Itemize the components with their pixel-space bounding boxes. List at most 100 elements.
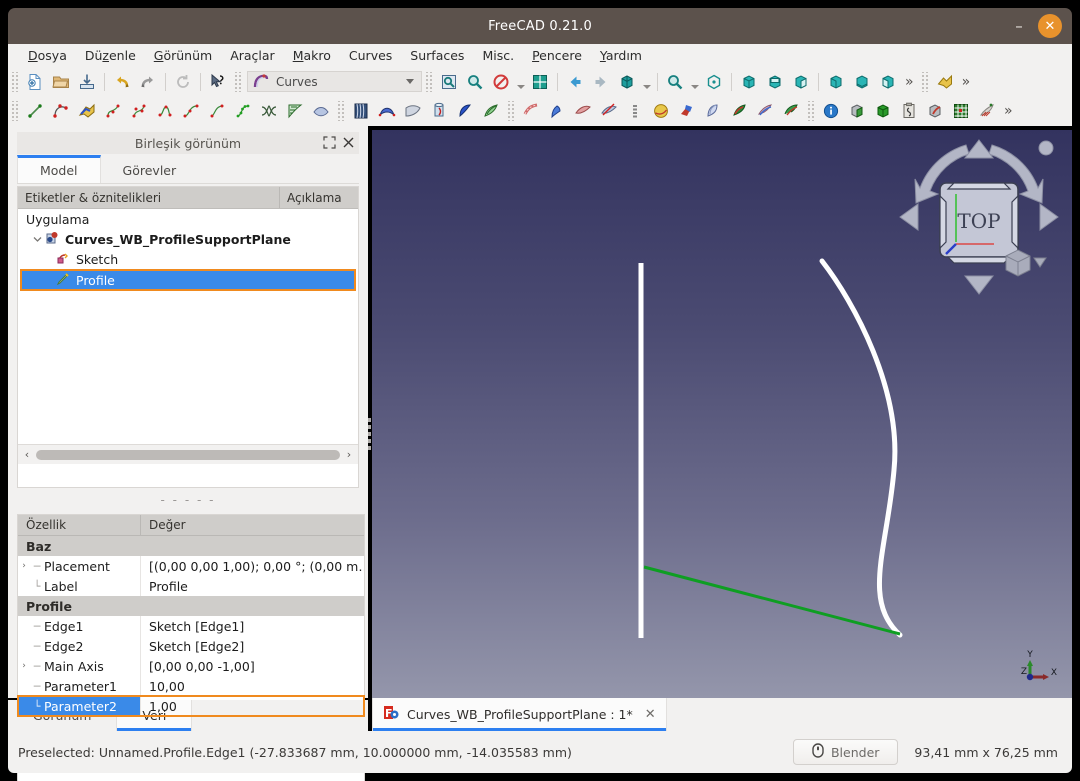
hooks-icon[interactable] <box>778 99 804 123</box>
reflect-lines-icon[interactable] <box>700 99 726 123</box>
interpolation-curve-icon[interactable] <box>100 99 126 123</box>
property-row-parameter1[interactable]: ─ Parameter1 10,00 <box>18 676 364 696</box>
gordon-surface-icon[interactable] <box>348 99 374 123</box>
sweep-surface-icon[interactable] <box>400 99 426 123</box>
loft-icon[interactable] <box>570 99 596 123</box>
menu-curves[interactable]: Curves <box>340 46 401 65</box>
toolbar-grip[interactable] <box>337 101 345 121</box>
macro-icon[interactable] <box>932 70 958 94</box>
property-value[interactable]: Profile <box>141 576 364 596</box>
3d-viewport[interactable]: TOP Y X Z <box>372 130 1072 698</box>
menu-araclar[interactable]: Araçlar <box>221 46 284 65</box>
isometric-view-icon[interactable] <box>614 70 640 94</box>
save-document-icon[interactable] <box>74 70 100 94</box>
toolbar-grip[interactable] <box>507 101 515 121</box>
refresh-icon[interactable] <box>170 70 196 94</box>
panel-splitter[interactable]: - - - - - <box>17 491 359 509</box>
menu-gorunum[interactable]: Görünüm <box>145 46 221 65</box>
segment-surface-icon[interactable] <box>282 99 308 123</box>
toolbar-overflow-2[interactable]: » <box>958 74 975 90</box>
scroll-left-icon[interactable]: ‹ <box>21 448 33 461</box>
curve-extend-icon[interactable] <box>178 99 204 123</box>
discretize-icon[interactable] <box>230 99 256 123</box>
top-view-icon[interactable] <box>762 70 788 94</box>
curve-extension-icon[interactable] <box>726 99 752 123</box>
expand-icon[interactable]: › <box>18 661 30 671</box>
axonometric-icon[interactable] <box>527 70 553 94</box>
zoom-box-icon[interactable] <box>462 70 488 94</box>
toolbar-grip[interactable] <box>11 71 19 92</box>
scroll-thumb[interactable] <box>36 449 340 460</box>
property-value[interactable]: 10,00 <box>141 676 364 696</box>
property-row-placement[interactable]: › ─ Placement [(0,00 0,00 1,00); 0,00 °;… <box>18 556 364 576</box>
property-group-baz[interactable]: Baz <box>18 536 364 556</box>
birail-surface-icon[interactable] <box>374 99 400 123</box>
property-group-profile[interactable]: Profile <box>18 596 364 616</box>
comp-filter-icon[interactable] <box>974 99 1000 123</box>
right-view-icon[interactable] <box>788 70 814 94</box>
navigation-cube[interactable]: TOP <box>894 134 1064 299</box>
mixed-curve-box-icon[interactable] <box>922 99 948 123</box>
info-icon[interactable] <box>818 99 844 123</box>
menu-dosya[interactable]: Dosya <box>19 46 76 65</box>
property-row-label[interactable]: └ Label Profile <box>18 576 364 596</box>
zoom-icon[interactable] <box>662 70 688 94</box>
minimize-button[interactable]: – <box>1008 15 1030 37</box>
property-value[interactable]: [(0,00 0,00 1,00); 0,00 °; (0,00 m… <box>141 556 364 576</box>
join-curve-icon[interactable] <box>204 99 230 123</box>
parametric-curve-icon[interactable] <box>152 99 178 123</box>
toolbar-overflow-3[interactable]: » <box>1000 103 1017 119</box>
draw-style-dropdown[interactable] <box>514 71 527 93</box>
tree-item-document[interactable]: Curves_WB_ProfileSupportPlane <box>18 229 358 249</box>
ruled-surface-icon[interactable] <box>478 99 504 123</box>
menu-makro[interactable]: Makro <box>284 46 340 65</box>
line-icon[interactable] <box>22 99 48 123</box>
undo-icon[interactable] <box>109 70 135 94</box>
redo-icon[interactable] <box>135 70 161 94</box>
menu-pencere[interactable]: Pencere <box>523 46 591 65</box>
property-value[interactable]: [0,00 0,00 -1,00] <box>141 656 364 676</box>
workbench-selector[interactable]: Curves <box>247 71 422 92</box>
left-view-icon[interactable] <box>875 70 901 94</box>
forward-arrow-icon[interactable] <box>588 70 614 94</box>
tree-item-profile[interactable]: Profile <box>18 269 358 291</box>
mixed-curve-icon[interactable] <box>674 99 700 123</box>
toolbar-overflow-1[interactable]: » <box>901 74 918 90</box>
property-value[interactable]: 1,00 <box>141 696 364 716</box>
grid-icon[interactable] <box>948 99 974 123</box>
tab-gorevler[interactable]: Görevler <box>100 155 199 183</box>
tab-model[interactable]: Model <box>17 155 101 183</box>
document-tab[interactable]: F Curves_WB_ProfileSupportPlane : 1* ✕ <box>372 698 667 731</box>
toolbar-grip[interactable] <box>425 71 433 92</box>
expand-icon[interactable] <box>323 135 336 151</box>
solid-from-shell-icon[interactable] <box>844 99 870 123</box>
blend-curve-icon[interactable] <box>74 99 100 123</box>
scroll-right-icon[interactable]: › <box>343 448 355 461</box>
menu-surfaces[interactable]: Surfaces <box>401 46 473 65</box>
flatten-face-icon[interactable] <box>308 99 334 123</box>
view-dropdown[interactable] <box>640 71 653 93</box>
property-value[interactable]: Sketch [Edge2] <box>141 636 364 656</box>
new-document-icon[interactable] <box>22 70 48 94</box>
isocurves-icon[interactable] <box>622 99 648 123</box>
menu-misc[interactable]: Misc. <box>473 46 523 65</box>
profile-support-plane-icon[interactable] <box>452 99 478 123</box>
tree-horizontal-scrollbar[interactable]: ‹ › <box>18 444 358 464</box>
back-arrow-icon[interactable] <box>562 70 588 94</box>
property-row-main-axis[interactable]: › ─ Main Axis [0,00 0,00 -1,00] <box>18 656 364 676</box>
clipboard-icon[interactable] <box>896 99 922 123</box>
close-button[interactable]: ✕ <box>1038 14 1062 38</box>
sublink-icon[interactable] <box>518 99 544 123</box>
toolbar-grip[interactable] <box>11 101 19 121</box>
property-row-edge1[interactable]: ─ Edge1 Sketch [Edge1] <box>18 616 364 636</box>
whats-this-icon[interactable] <box>205 70 231 94</box>
property-value[interactable]: Sketch [Edge1] <box>141 616 364 636</box>
expand-icon[interactable]: › <box>18 561 30 571</box>
approximation-curve-icon[interactable] <box>126 99 152 123</box>
sweep2rails-icon[interactable] <box>752 99 778 123</box>
property-row-parameter2[interactable]: └ Parameter2 1,00 <box>17 695 365 717</box>
property-row-edge2[interactable]: ─ Edge2 Sketch [Edge2] <box>18 636 364 656</box>
fit-all-icon[interactable] <box>436 70 462 94</box>
blend-surface-icon[interactable] <box>544 99 570 123</box>
view-fit-selection-icon[interactable] <box>701 70 727 94</box>
